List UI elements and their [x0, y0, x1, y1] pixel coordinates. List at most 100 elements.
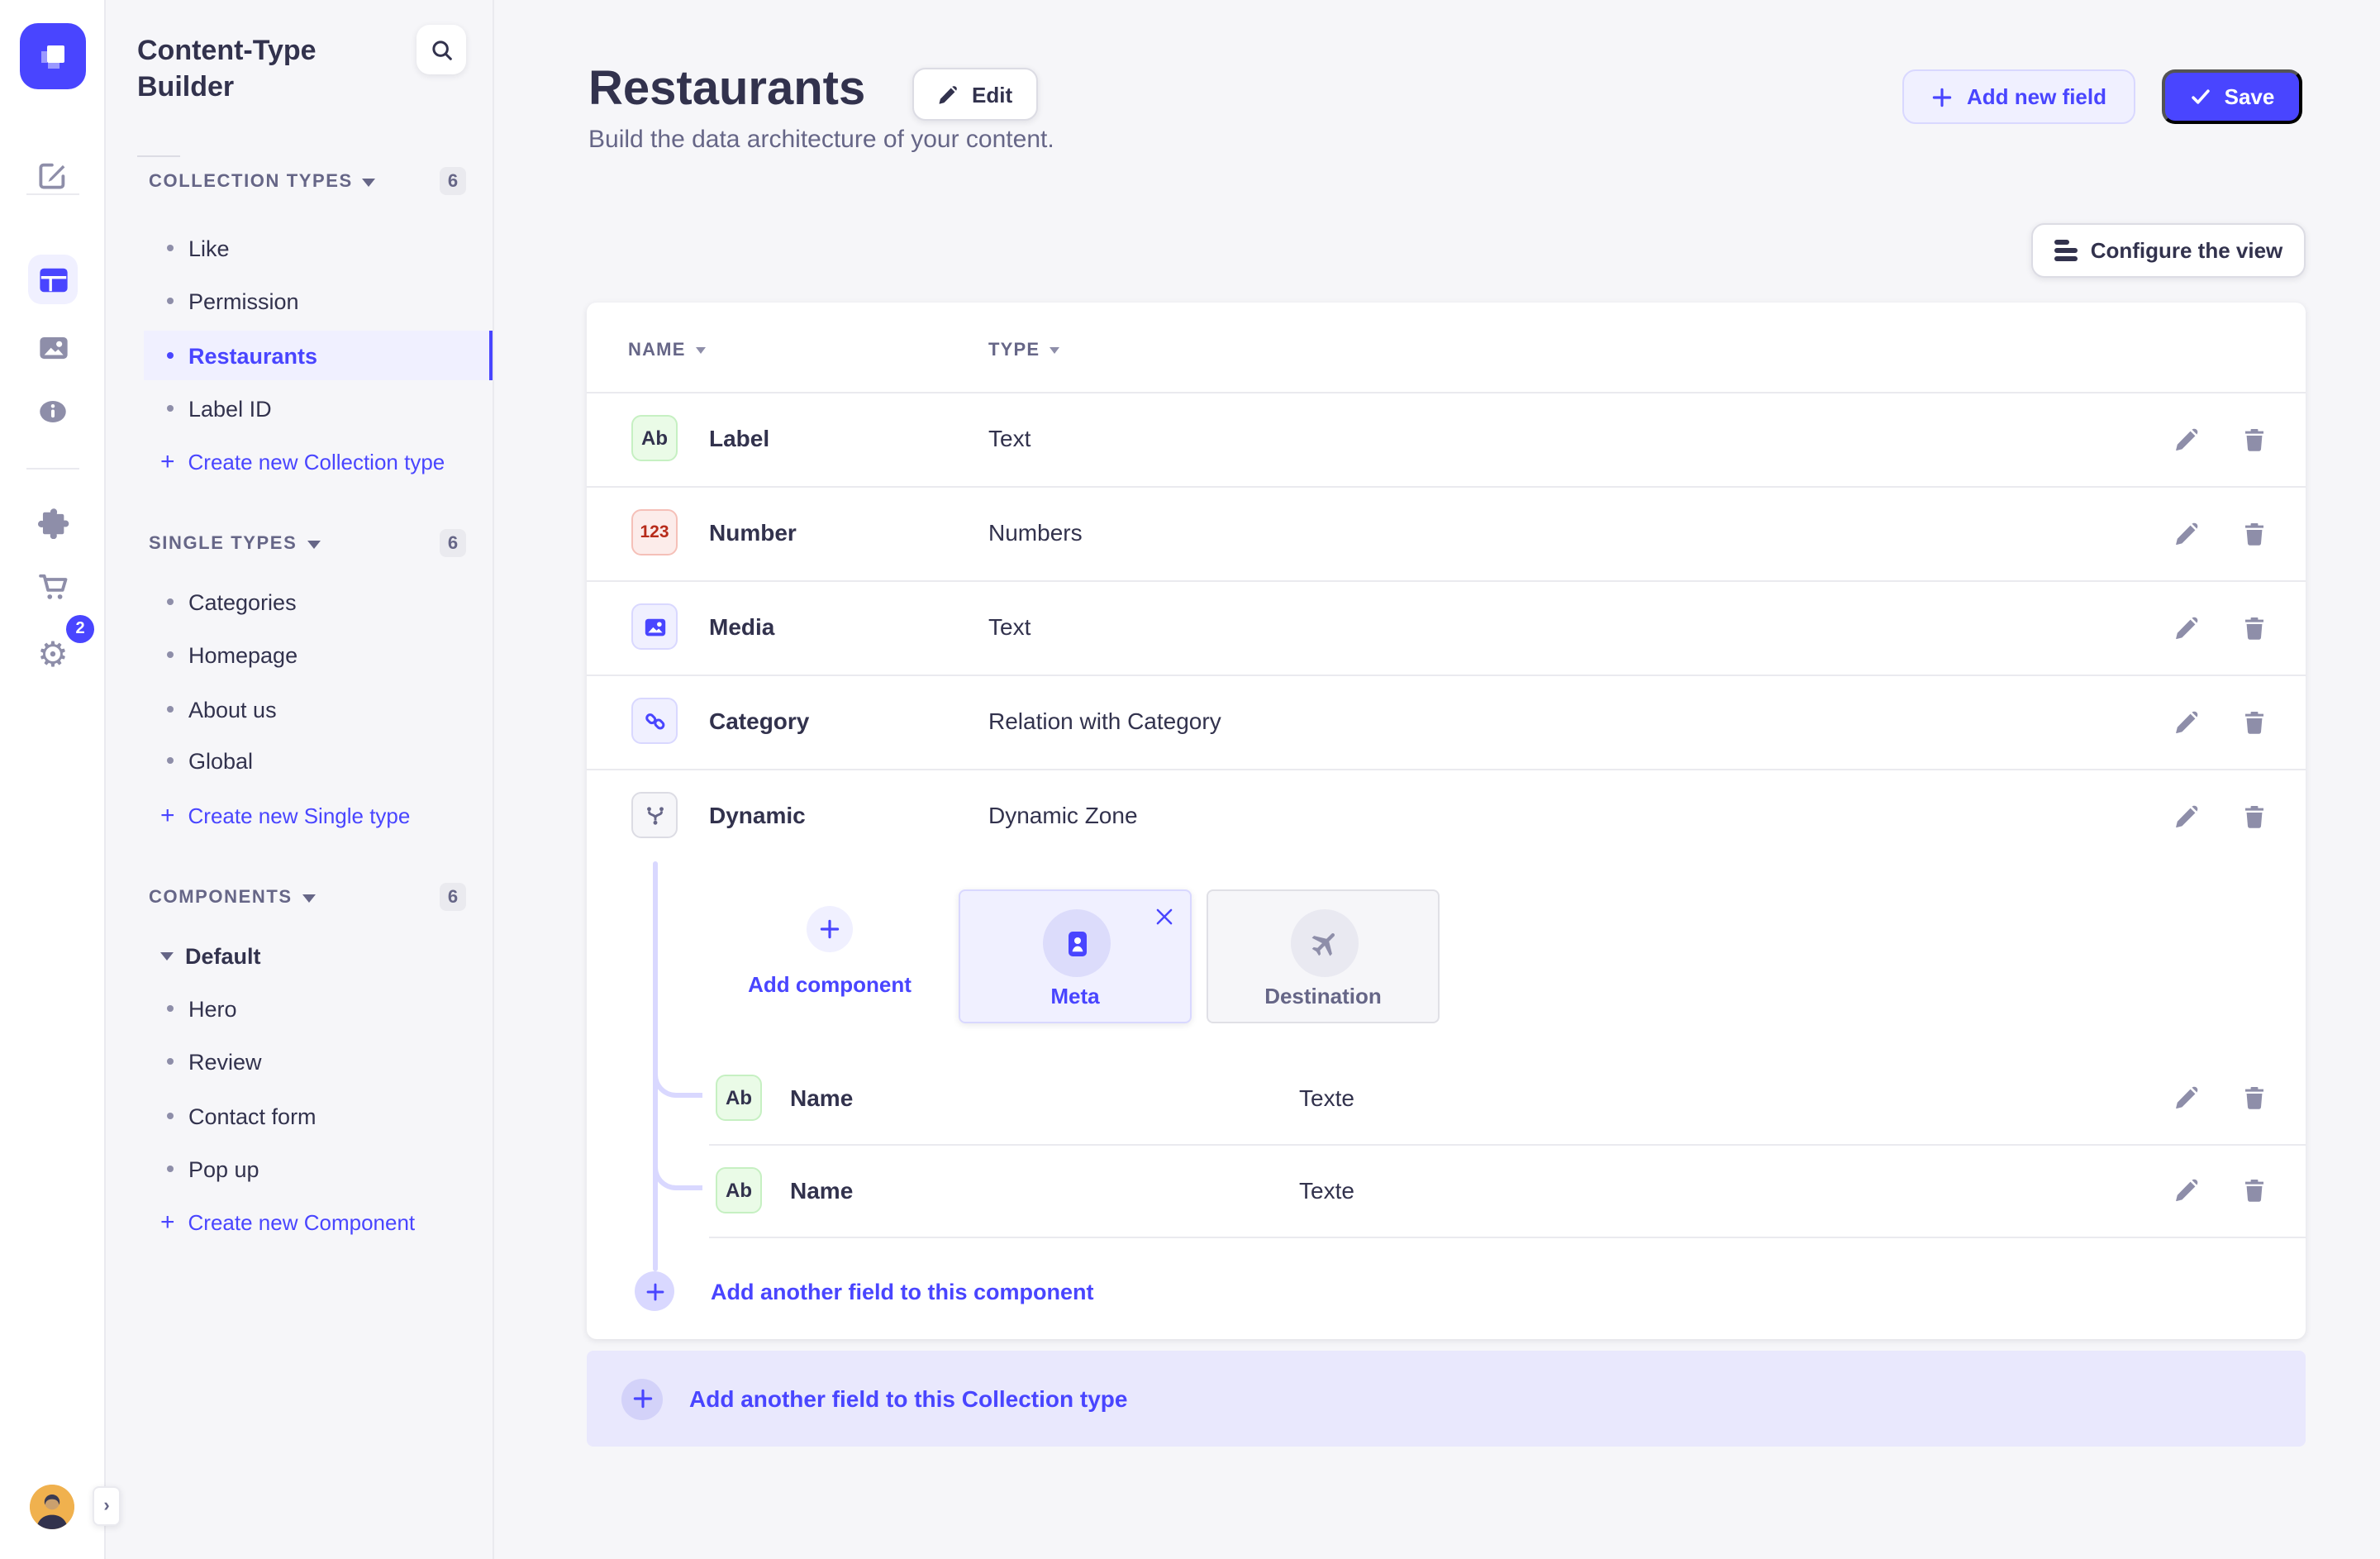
info-circle-icon: [40, 400, 66, 423]
delete-field-button[interactable]: [2240, 425, 2268, 453]
column-header-name[interactable]: NAME: [628, 326, 706, 375]
sidebar-item-permission[interactable]: Permission: [144, 276, 493, 326]
section-collection-types[interactable]: COLLECTION TYPES: [149, 169, 376, 195]
edit-field-button[interactable]: [2172, 613, 2200, 641]
sidebar-item-categories[interactable]: Categories: [144, 577, 493, 627]
section-components[interactable]: COMPONENTS: [149, 884, 316, 911]
component-field-row: Ab Name Texte: [587, 1144, 2306, 1237]
column-header-type[interactable]: TYPE: [988, 326, 1060, 375]
sidebar-item-global[interactable]: Global: [144, 736, 493, 785]
create-collection-type-link[interactable]: + Create new Collection type: [160, 440, 445, 483]
sidebar-item-marketplace[interactable]: [20, 554, 86, 620]
chevron-down-icon: [302, 894, 316, 902]
item-label: Hero: [188, 996, 237, 1021]
save-label: Save: [2224, 84, 2275, 109]
sidebar-item-content-type-builder[interactable]: [28, 255, 78, 304]
plus-icon: +: [160, 447, 175, 475]
chevron-down-icon: [362, 178, 376, 186]
field-name: Name: [790, 1177, 854, 1204]
strapi-logo[interactable]: [20, 23, 86, 89]
edit-field-button[interactable]: [2172, 1175, 2200, 1204]
add-field-to-component-label: Add another field to this component: [711, 1279, 1094, 1304]
edit-field-button[interactable]: [2172, 708, 2200, 736]
sidebar-item-homepage[interactable]: Homepage: [144, 630, 493, 679]
field-type: Text: [988, 613, 1031, 640]
bullet-icon: [167, 1166, 174, 1172]
item-label: Label ID: [188, 396, 272, 421]
sidebar-item-pop-up[interactable]: Pop up: [144, 1144, 493, 1194]
delete-field-button[interactable]: [2240, 1083, 2268, 1111]
component-group-default[interactable]: Default: [144, 931, 493, 980]
delete-field-button[interactable]: [2240, 1175, 2268, 1204]
remove-component-button[interactable]: [1152, 904, 1175, 927]
item-label: Like: [188, 236, 230, 260]
add-component-button[interactable]: Add component: [686, 906, 973, 997]
ctb-sidebar: Content-Type Builder COLLECTION TYPES 6 …: [106, 0, 494, 1559]
sidebar-item-label-id[interactable]: Label ID: [144, 384, 493, 433]
sidebar-item-restaurants[interactable]: Restaurants: [144, 331, 493, 380]
field-name: Dynamic: [709, 802, 806, 828]
sidebar-item-documentation[interactable]: [20, 379, 86, 445]
chevron-down-icon: [160, 951, 174, 960]
sidebar-collapse-button[interactable]: ›: [93, 1486, 121, 1526]
avatar-image: [30, 1485, 74, 1529]
edit-field-button[interactable]: [2172, 425, 2200, 453]
sort-caret-icon: [695, 347, 706, 354]
plus-icon: [645, 1282, 664, 1300]
trash-icon: [2244, 617, 2263, 639]
sidebar-item-like[interactable]: Like: [144, 223, 493, 273]
edit-field-button[interactable]: [2172, 1083, 2200, 1111]
avatar[interactable]: [30, 1485, 74, 1529]
bullet-icon: [167, 245, 174, 251]
add-field-to-component-button[interactable]: Add another field to this component: [587, 1271, 1094, 1311]
field-name: Label: [709, 425, 770, 451]
sidebar-item-contact-form[interactable]: Contact form: [144, 1091, 493, 1141]
item-label: Pop up: [188, 1156, 259, 1181]
bullet-icon: [167, 405, 174, 412]
delete-field-button[interactable]: [2240, 802, 2268, 830]
item-label: About us: [188, 697, 277, 722]
plus-icon: [632, 1389, 652, 1409]
sidebar-item-content-manager[interactable]: [20, 142, 86, 208]
save-button[interactable]: Save: [2162, 69, 2302, 124]
add-new-field-button[interactable]: Add new field: [1902, 69, 2135, 124]
sidebar-item-plugins[interactable]: [20, 489, 86, 555]
edit-field-button[interactable]: [2172, 802, 2200, 830]
column-label: NAME: [628, 341, 686, 360]
rail-divider: [26, 468, 79, 470]
create-component-link[interactable]: + Create new Component: [160, 1200, 415, 1243]
component-tile-meta[interactable]: Meta: [959, 889, 1192, 1023]
field-type: Dynamic Zone: [988, 802, 1138, 828]
field-name: Name: [790, 1085, 854, 1111]
pencil-icon: [2175, 804, 2197, 827]
plus-icon: +: [160, 1208, 175, 1236]
delete-field-button[interactable]: [2240, 708, 2268, 736]
item-label: Default: [185, 943, 261, 968]
pencil-icon: [2175, 710, 2197, 733]
bullet-icon: [167, 352, 174, 359]
sidebar-item-media-library[interactable]: [20, 314, 86, 380]
chain-link-icon: [645, 713, 664, 729]
text-field-badge: Ab: [631, 415, 678, 461]
sidebar-item-about-us[interactable]: About us: [144, 684, 493, 734]
sidebar-item-review[interactable]: Review: [144, 1037, 493, 1086]
add-field-to-collection-type-button[interactable]: Add another field to this Collection typ…: [587, 1351, 2306, 1447]
sidebar-item-hero[interactable]: Hero: [144, 984, 493, 1033]
delete-field-button[interactable]: [2240, 519, 2268, 547]
section-single-types[interactable]: SINGLE TYPES: [149, 531, 321, 557]
delete-field-button[interactable]: [2240, 613, 2268, 641]
action-label: Create new Collection type: [188, 449, 445, 474]
configure-view-button[interactable]: Configure the view: [2031, 223, 2306, 278]
edit-field-button[interactable]: [2172, 519, 2200, 547]
picture-icon: [39, 336, 67, 359]
pencil-icon: [2175, 522, 2197, 545]
component-tile-destination[interactable]: Destination: [1207, 889, 1440, 1023]
pencil-icon: [939, 85, 957, 103]
edit-button[interactable]: Edit: [912, 68, 1038, 121]
create-single-type-link[interactable]: + Create new Single type: [160, 794, 410, 837]
bullet-icon: [167, 651, 174, 658]
trash-icon: [2244, 1086, 2263, 1108]
main-content: Restaurants Edit Build the data architec…: [494, 0, 2380, 1559]
search-button[interactable]: [416, 25, 466, 74]
bullet-icon: [167, 1113, 174, 1119]
